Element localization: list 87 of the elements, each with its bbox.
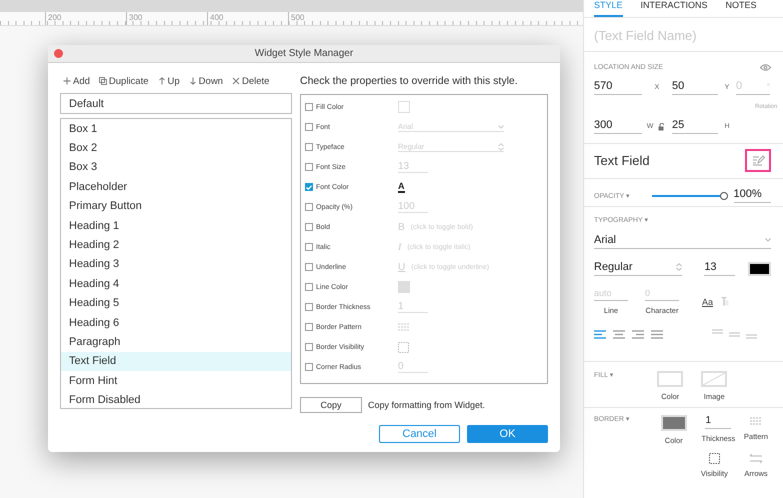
- style-item[interactable]: Heading 2: [61, 235, 291, 255]
- style-item[interactable]: Heading 6: [61, 312, 291, 332]
- default-style-item[interactable]: Default: [60, 93, 292, 114]
- style-item[interactable]: Heading 3: [61, 254, 291, 274]
- ruler-label: 500: [288, 12, 369, 25]
- style-item[interactable]: Box 2: [61, 138, 291, 158]
- style-item[interactable]: Heading 4: [61, 274, 291, 294]
- stepper-icon: [676, 263, 682, 271]
- fill-color-swatch[interactable]: [657, 371, 684, 387]
- ruler-label: 200: [45, 12, 126, 25]
- style-item[interactable]: Heading 5: [61, 294, 291, 313]
- style-item[interactable]: Text Field: [61, 352, 291, 372]
- style-item[interactable]: Placeholder: [61, 177, 291, 197]
- checkbox[interactable]: [305, 283, 313, 291]
- checkbox[interactable]: [305, 123, 313, 131]
- checkbox[interactable]: [305, 263, 313, 271]
- text-align-icon[interactable]: [594, 330, 606, 338]
- font-color-button[interactable]: A: [398, 182, 404, 192]
- color-swatch[interactable]: [398, 101, 410, 113]
- plus-icon: [63, 77, 71, 85]
- arrow-up-icon: [158, 77, 166, 85]
- edit-icon: [752, 155, 764, 166]
- width-field[interactable]: 300: [594, 119, 642, 134]
- copy-note: Copy formatting from Widget.: [368, 400, 486, 410]
- checkbox[interactable]: [305, 103, 313, 111]
- close-button[interactable]: [54, 49, 63, 58]
- y-field[interactable]: 50: [672, 80, 718, 95]
- panel-tab[interactable]: NOTES: [726, 0, 757, 17]
- checkbox[interactable]: [305, 363, 313, 371]
- height-field[interactable]: 25: [672, 119, 718, 134]
- instruction-text: Check the properties to override with this style.: [300, 74, 519, 89]
- toolbar-button[interactable]: Delete: [232, 76, 270, 86]
- font-dropdown[interactable]: Arial: [594, 234, 771, 249]
- style-item[interactable]: Form Hint: [61, 371, 291, 390]
- ruler-label: 300: [126, 12, 207, 25]
- text-align-icon[interactable]: [651, 330, 663, 338]
- toolbar-button[interactable]: Duplicate: [98, 76, 149, 86]
- text-shadow-icon[interactable]: [721, 297, 730, 306]
- caret-icon: [765, 238, 771, 242]
- checkbox[interactable]: [305, 183, 313, 191]
- border-pattern-icon[interactable]: [750, 415, 762, 427]
- checkbox[interactable]: [305, 343, 313, 351]
- duplicate-icon: [98, 77, 107, 85]
- text-align-icon[interactable]: [613, 330, 625, 338]
- style-name: Text Field: [594, 153, 650, 168]
- close-icon: [232, 77, 240, 85]
- font-color-swatch[interactable]: [748, 262, 771, 276]
- dialog-title: Widget Style Manager: [254, 48, 354, 59]
- slider-thumb[interactable]: [720, 192, 728, 200]
- style-item[interactable]: Box 3: [61, 158, 291, 178]
- style-item[interactable]: Heading 1: [61, 216, 291, 236]
- copy-button[interactable]: Copy: [300, 397, 362, 413]
- checkbox[interactable]: [305, 323, 313, 331]
- caret-icon: [498, 124, 504, 128]
- style-item[interactable]: Primary Button: [61, 196, 291, 216]
- border-thickness-field[interactable]: 1: [705, 415, 732, 429]
- style-item[interactable]: Box 1: [61, 119, 291, 138]
- color-swatch[interactable]: [398, 281, 410, 293]
- checkbox[interactable]: [305, 143, 313, 151]
- opacity-field[interactable]: 100%: [734, 188, 771, 203]
- border-visibility-icon[interactable]: [708, 453, 720, 464]
- typeface-dropdown[interactable]: Regular: [594, 261, 682, 276]
- arrow-down-icon: [188, 77, 197, 85]
- stepper-icon: [498, 142, 504, 150]
- vertical-align-icon[interactable]: [712, 329, 760, 339]
- checkbox[interactable]: [305, 203, 313, 211]
- style-item[interactable]: Form Disabled: [61, 390, 291, 410]
- font-size-field[interactable]: 13: [704, 261, 736, 276]
- arrows-icon[interactable]: [749, 453, 763, 464]
- toolbar-button[interactable]: Add: [63, 76, 90, 86]
- checkbox[interactable]: [305, 163, 313, 171]
- toolbar-button[interactable]: Down: [188, 76, 223, 86]
- lock-icon[interactable]: [658, 122, 665, 130]
- checkbox[interactable]: [305, 303, 313, 311]
- ruler-label: 400: [207, 12, 288, 25]
- panel-tab[interactable]: INTERACTIONS: [640, 0, 708, 17]
- border-color-swatch[interactable]: [660, 415, 687, 431]
- style-item[interactable]: Paragraph: [61, 332, 291, 352]
- checkbox[interactable]: [305, 243, 313, 251]
- text-case-button[interactable]: Aa: [702, 296, 714, 306]
- text-align-icon[interactable]: [632, 330, 644, 338]
- checkbox[interactable]: [305, 223, 313, 231]
- edit-style-button[interactable]: [745, 149, 771, 172]
- eye-icon[interactable]: [760, 64, 771, 71]
- border-pattern-icon[interactable]: [398, 323, 410, 331]
- x-field[interactable]: 570: [594, 80, 642, 95]
- toolbar-button[interactable]: Up: [158, 76, 180, 86]
